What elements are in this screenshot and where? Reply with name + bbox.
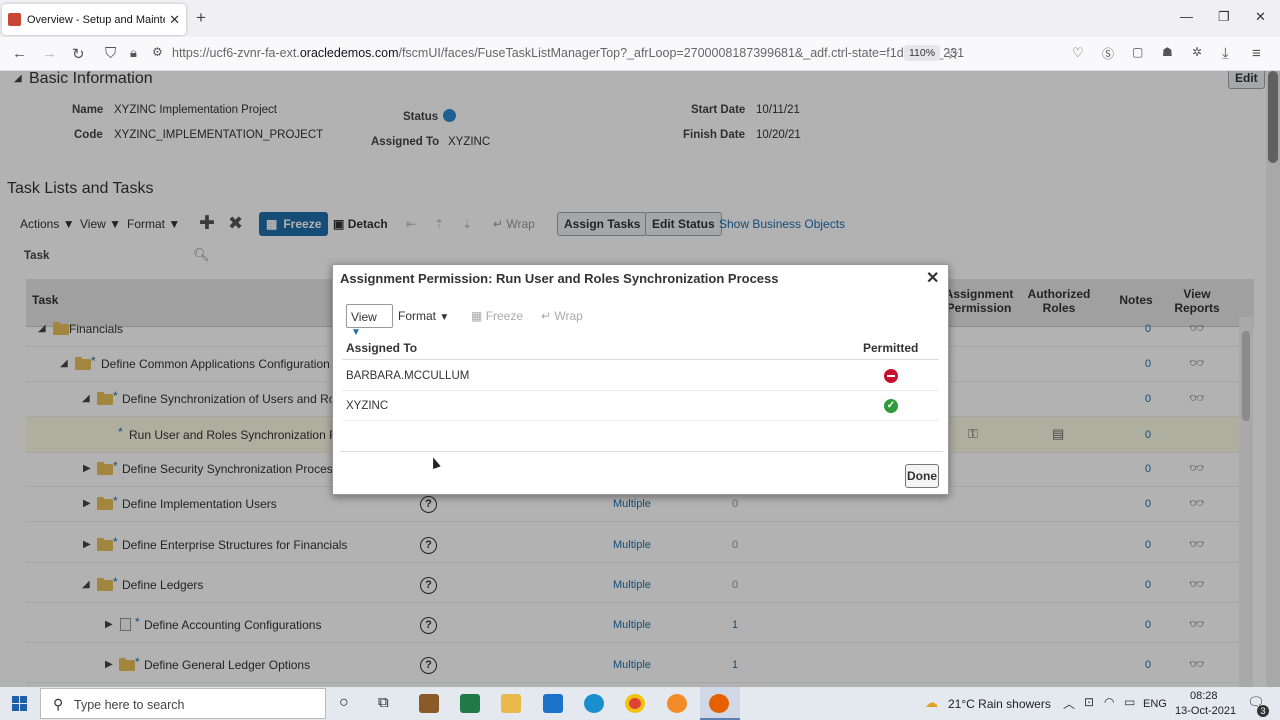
back-icon[interactable]: ← <box>12 45 27 62</box>
wrap-icon: ↵ <box>541 309 552 323</box>
search-icon: ⚲ <box>53 696 64 712</box>
chrome-icon[interactable] <box>625 694 645 713</box>
assignee-name: XYZINC <box>346 400 389 412</box>
edge-icon[interactable] <box>584 694 604 713</box>
firefox-taskbar-active[interactable] <box>700 687 740 720</box>
dialog-format-label: Format <box>398 309 437 323</box>
download-icon[interactable]: ⤓ <box>1222 45 1229 62</box>
url-path: /fscmUI/faces/FuseTaskListManagerTop?_af… <box>398 46 965 60</box>
windows-taskbar: ⚲ Type here to search ○ ⧉ ☁ 21°C Rain sh… <box>0 687 1280 720</box>
url-prefix: https://ucf6-zvnr-fa-ext. <box>172 46 300 60</box>
chevron-down-icon: ▼ <box>351 327 361 338</box>
zoom-level[interactable]: 110% <box>904 45 941 61</box>
dialog-view-menu[interactable]: View ▼ <box>346 304 393 338</box>
battery-icon[interactable]: ▭ <box>1124 695 1135 709</box>
menu-icon[interactable]: ≡ <box>1252 45 1261 62</box>
restore-icon[interactable]: ❐ <box>1218 9 1230 25</box>
app-orange-icon[interactable] <box>667 694 687 713</box>
network-icon[interactable]: ⊡ <box>1084 695 1094 709</box>
minimize-icon[interactable]: — <box>1180 9 1193 24</box>
not-permitted-icon <box>884 369 898 383</box>
store-icon[interactable] <box>419 694 439 713</box>
col-permitted[interactable]: Permitted <box>863 341 918 355</box>
assignment-permission-dialog: Assignment Permission: Run User and Role… <box>332 264 949 495</box>
url-domain: oracledemos.com <box>299 46 399 60</box>
cortana-icon[interactable]: ○ <box>339 694 349 712</box>
extension-gear-icon[interactable]: ✲ <box>1192 45 1202 59</box>
mail-icon[interactable] <box>543 694 563 713</box>
forward-icon[interactable]: → <box>42 45 57 62</box>
weather-text[interactable]: 21°C Rain showers <box>948 697 1051 711</box>
permissions-icon[interactable]: ⚙ <box>152 45 163 59</box>
firefox-icon <box>709 694 729 713</box>
col-assigned-to[interactable]: Assigned To <box>346 341 417 355</box>
extension-users-icon[interactable]: ☗ <box>1162 45 1173 59</box>
reload-icon[interactable]: ↻ <box>72 45 85 63</box>
window-close-icon[interactable]: ✕ <box>1255 9 1266 25</box>
dialog-table-row[interactable]: XYZINC ✓ <box>342 391 939 421</box>
dialog-wrap-button[interactable]: ↵ Wrap <box>541 309 583 323</box>
pocket-icon[interactable]: ♡ <box>1072 45 1084 61</box>
browser-tab-bar: Overview - Setup and Maintena ✕ + — ❐ ✕ <box>0 0 1280 37</box>
windows-start-icon[interactable] <box>12 696 27 711</box>
notification-count: 3 <box>1257 705 1269 717</box>
dialog-wrap-label: Wrap <box>554 309 583 323</box>
oracle-favicon-icon <box>8 13 21 26</box>
chevron-down-icon: ▼ <box>439 312 450 323</box>
clock-time[interactable]: 08:28 <box>1190 690 1218 702</box>
search-placeholder: Type here to search <box>74 698 185 712</box>
freeze-icon: ▦ <box>471 309 483 323</box>
extension-box-icon[interactable]: ▢ <box>1132 45 1143 59</box>
language-indicator[interactable]: ENG <box>1143 698 1167 710</box>
dialog-footer-divider <box>340 451 943 452</box>
file-explorer-icon[interactable] <box>501 694 521 713</box>
excel-icon[interactable] <box>460 694 480 713</box>
dialog-freeze-button[interactable]: ▦ Freeze <box>471 309 523 323</box>
browser-nav-bar: ← → ↻ ⛉ 🔒︎ ⚙ https://ucf6-zvnr-fa-ext.or… <box>0 37 1280 71</box>
dialog-freeze-label: Freeze <box>485 309 524 323</box>
task-view-icon[interactable]: ⧉ <box>378 694 389 711</box>
dialog-view-label: View <box>351 310 377 324</box>
extension-s-icon[interactable]: Ⓢ <box>1102 45 1114 62</box>
dialog-format-menu[interactable]: Format ▼ <box>398 309 449 323</box>
lock-icon[interactable]: 🔒︎ <box>130 45 137 61</box>
permitted-check-icon: ✓ <box>884 399 898 413</box>
close-tab-icon[interactable]: ✕ <box>169 12 180 28</box>
chevron-up-icon[interactable]: ︿ <box>1063 695 1075 712</box>
taskbar-search-box[interactable]: ⚲ Type here to search <box>40 688 326 719</box>
dialog-table-row[interactable]: BARBARA.MCCULLUM <box>342 361 939 391</box>
clock-date[interactable]: 13-Oct-2021 <box>1175 705 1236 717</box>
address-bar[interactable]: https://ucf6-zvnr-fa-ext.oracledemos.com… <box>172 46 964 60</box>
assignee-name: BARBARA.MCCULLUM <box>346 370 470 382</box>
bookmark-star-icon[interactable]: ☆ <box>946 45 959 63</box>
dialog-title: Assignment Permission: Run User and Role… <box>340 271 779 286</box>
shield-icon[interactable]: ⛉ <box>105 45 116 62</box>
browser-tab[interactable]: Overview - Setup and Maintena ✕ <box>2 4 186 35</box>
dialog-close-icon[interactable]: ✕ <box>926 268 939 288</box>
wifi-icon[interactable]: ◠ <box>1104 695 1114 709</box>
tab-title: Overview - Setup and Maintena <box>27 13 165 26</box>
dialog-table-header: Assigned To Permitted <box>342 338 939 360</box>
weather-icon: ☁ <box>925 695 938 710</box>
new-tab-icon[interactable]: + <box>196 8 206 28</box>
done-button[interactable]: Done <box>905 464 939 488</box>
